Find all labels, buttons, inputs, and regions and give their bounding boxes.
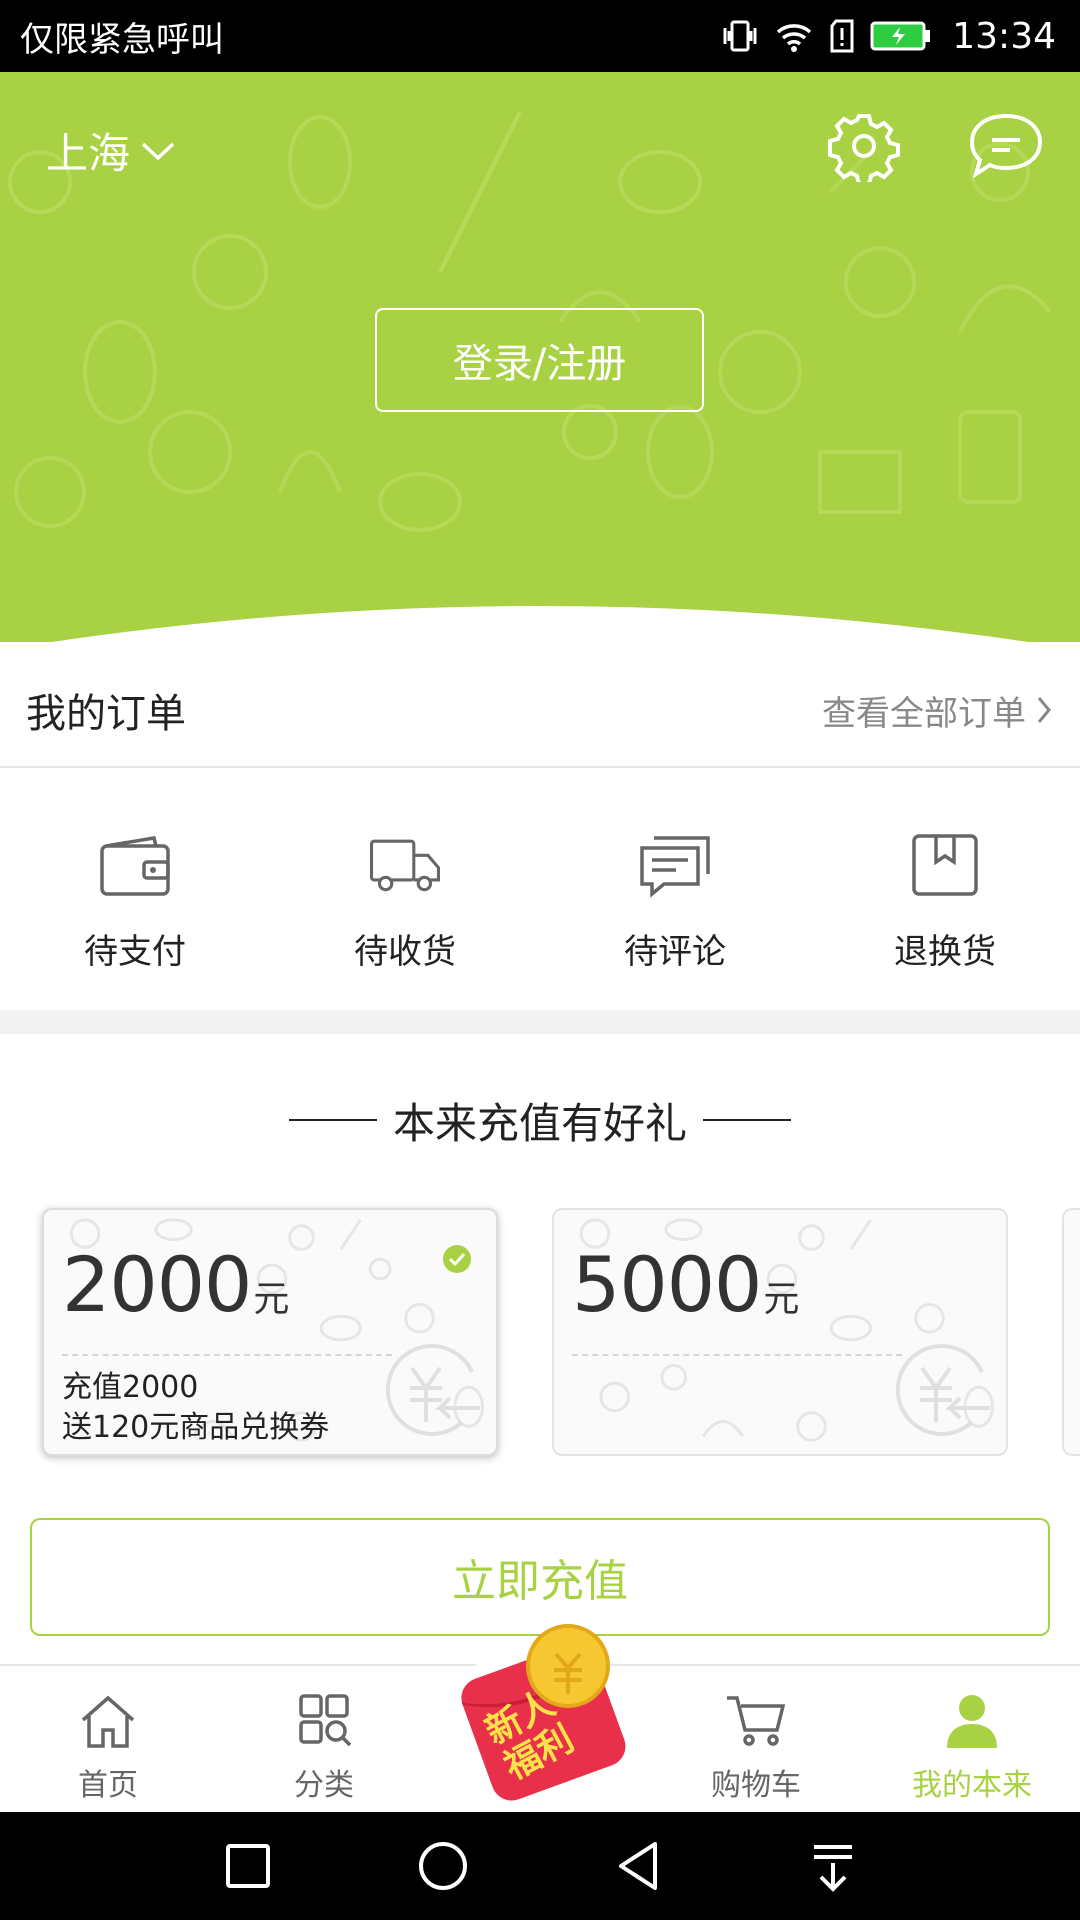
- message-button[interactable]: [968, 110, 1044, 182]
- order-status-row: 待支付 待收货 待评论 退换货: [0, 770, 1080, 1010]
- carrier-text: 仅限紧急呼叫: [20, 19, 224, 60]
- clock: 13:34: [952, 15, 1056, 57]
- card-amount: 5000元: [572, 1240, 799, 1329]
- card-description: 充值2000 送120元商品兑换券: [62, 1368, 329, 1448]
- recharge-card-next-peek[interactable]: [1062, 1208, 1080, 1456]
- tab-category[interactable]: 分类: [216, 1666, 432, 1812]
- card-divider: [572, 1354, 902, 1356]
- recharge-section-title: 本来充值有好礼: [0, 1090, 1080, 1150]
- city-label: 上海: [46, 129, 131, 178]
- amount-unit: 元: [253, 1279, 289, 1320]
- tab-my-benlai[interactable]: 我的本来: [864, 1666, 1080, 1812]
- home-icon: [81, 1695, 135, 1748]
- user-icon: [947, 1695, 997, 1748]
- order-pending-delivery[interactable]: 待收货: [270, 770, 540, 1010]
- login-register-button[interactable]: 登录/注册: [375, 308, 704, 412]
- tab-label: 分类: [294, 1768, 354, 1803]
- cart-icon: [727, 1696, 786, 1746]
- order-label: 退换货: [894, 932, 996, 972]
- category-icon: [299, 1694, 352, 1747]
- settings-button[interactable]: [828, 110, 900, 186]
- amount-value: 5000: [572, 1240, 762, 1329]
- comment-icon: [640, 836, 710, 898]
- tab-home[interactable]: 首页: [0, 1666, 216, 1812]
- card-desc-line1: 充值2000: [62, 1370, 199, 1405]
- section-divider: [0, 1010, 1080, 1034]
- wallet-icon: [100, 836, 170, 896]
- check-circle-icon: [443, 1245, 471, 1273]
- status-bar: 仅限紧急呼叫 13:34: [0, 0, 1080, 72]
- tab-label: 购物车: [711, 1768, 801, 1803]
- amount-unit: 元: [763, 1279, 799, 1320]
- box-icon: [912, 834, 978, 896]
- status-icons: 13:34: [720, 16, 1056, 57]
- title-line-right: [703, 1119, 791, 1121]
- tab-label: 我的本来: [912, 1768, 1032, 1803]
- card-desc-line2: 送120元商品兑换券: [62, 1410, 330, 1445]
- tab-label: 首页: [78, 1768, 138, 1803]
- order-pending-payment[interactable]: 待支付: [0, 770, 270, 1010]
- vibrate-icon: [723, 20, 757, 52]
- gear-icon: [828, 114, 900, 186]
- notification-pull-icon[interactable]: [806, 1839, 860, 1893]
- card-amount: 2000元: [62, 1240, 289, 1329]
- title-line-left: [288, 1119, 377, 1121]
- view-all-orders-label: 查看全部订单: [822, 693, 1026, 734]
- battery-charging-icon: [870, 21, 931, 51]
- chevron-down-icon: [141, 142, 175, 160]
- truck-icon: [369, 839, 441, 892]
- recharge-card-2000[interactable]: 2000元 充值2000 送120元商品兑换券: [42, 1208, 498, 1456]
- yen-refund-icon: [385, 1344, 480, 1436]
- wifi-icon: [777, 24, 812, 52]
- yen-refund-icon: [895, 1344, 990, 1436]
- profile-header: 上海 登录/注册: [0, 72, 1080, 642]
- amount-value: 2000: [62, 1240, 252, 1329]
- chevron-right-icon: [1037, 697, 1051, 723]
- order-pending-review[interactable]: 待评论: [540, 770, 810, 1010]
- header-curve: [51, 606, 1029, 642]
- order-label: 待支付: [84, 932, 186, 972]
- orders-title: 我的订单: [26, 691, 186, 737]
- card-divider: [62, 1354, 392, 1356]
- sim-alert-icon: [830, 19, 854, 53]
- recharge-card-5000[interactable]: 5000元: [552, 1208, 1008, 1456]
- recharge-title-text: 本来充值有好礼: [392, 1098, 687, 1148]
- back-icon[interactable]: [611, 1839, 665, 1893]
- home-circle-icon[interactable]: [416, 1839, 470, 1893]
- city-selector[interactable]: 上海: [46, 120, 176, 181]
- order-label: 待评论: [624, 932, 726, 972]
- recents-icon[interactable]: [221, 1839, 275, 1893]
- order-return-exchange[interactable]: 退换货: [810, 770, 1080, 1010]
- message-icon: [969, 113, 1043, 179]
- tab-cart[interactable]: 购物车: [648, 1666, 864, 1812]
- system-navigation-bar: [0, 1812, 1080, 1920]
- order-label: 待收货: [354, 932, 456, 972]
- newcomer-gift-button[interactable]: 新人 福利: [448, 1618, 638, 1808]
- my-orders-header: 我的订单 查看全部订单: [0, 654, 1080, 768]
- view-all-orders-link[interactable]: 查看全部订单: [822, 686, 1052, 735]
